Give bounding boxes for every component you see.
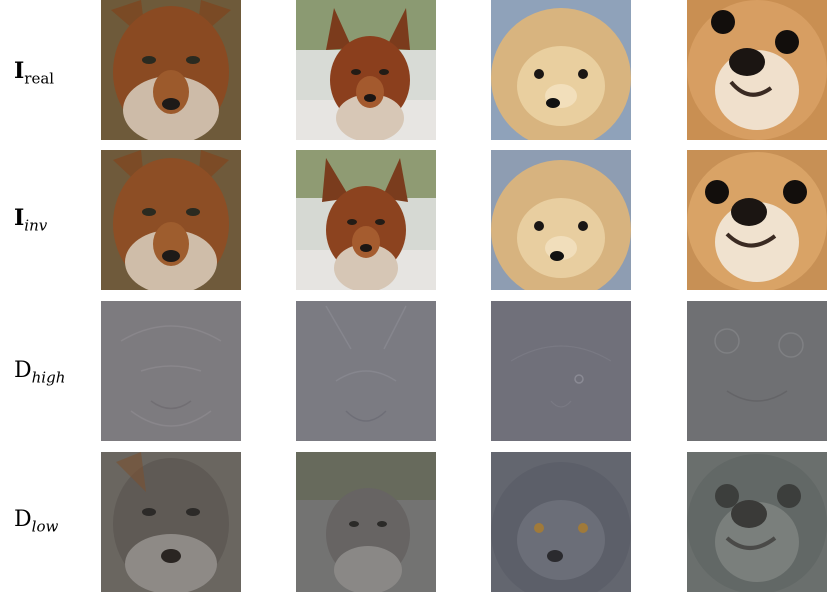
- row-label-symbol: I: [14, 205, 25, 231]
- image-high-pomeranian: [491, 301, 631, 441]
- image-high-dhole-1: [101, 301, 241, 441]
- image-high-pekingese: [687, 301, 827, 441]
- row-label-subscript: low: [31, 517, 59, 536]
- image-low-dhole-1: [101, 452, 241, 592]
- image-real-dhole-2: [296, 0, 436, 140]
- row-label-symbol: D: [14, 358, 32, 383]
- row-label-high: Dhigh: [14, 358, 65, 386]
- image-real-dhole-1: [101, 0, 241, 140]
- image-real-pekingese: [687, 0, 827, 140]
- row-label-low: Dlow: [14, 507, 58, 535]
- image-low-pekingese: [687, 452, 827, 592]
- image-low-pomeranian: [491, 452, 631, 592]
- row-label-subscript: inv: [24, 216, 48, 235]
- row-label-inv: Iinv: [14, 205, 47, 234]
- row-label-subscript: real: [24, 69, 55, 88]
- image-inv-pekingese: [687, 150, 827, 290]
- image-inv-dhole-1: [101, 150, 241, 290]
- row-label-subscript: high: [31, 368, 66, 387]
- image-inv-pomeranian: [491, 150, 631, 290]
- image-inv-dhole-2: [296, 150, 436, 290]
- row-label-symbol: I: [14, 58, 25, 84]
- image-high-dhole-2: [296, 301, 436, 441]
- row-label-real: Ireal: [14, 58, 54, 87]
- image-low-dhole-2: [296, 452, 436, 592]
- row-label-symbol: D: [14, 507, 32, 532]
- image-real-pomeranian: [491, 0, 631, 140]
